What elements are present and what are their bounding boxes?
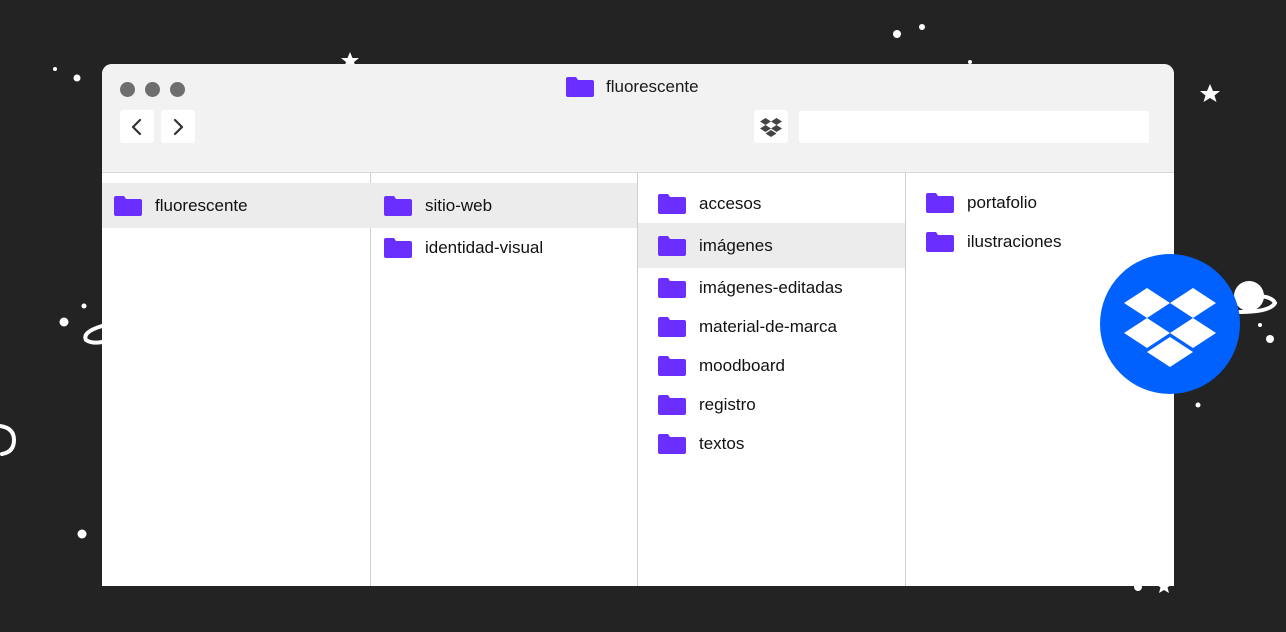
folder-icon bbox=[926, 231, 954, 252]
back-button[interactable] bbox=[120, 110, 154, 143]
folder-icon bbox=[658, 433, 686, 454]
dropbox-icon bbox=[760, 117, 782, 137]
folder-row-fluorescente[interactable]: fluorescente bbox=[102, 183, 370, 228]
folder-row-moodboard[interactable]: moodboard bbox=[638, 346, 905, 385]
folder-row-registro[interactable]: registro bbox=[638, 385, 905, 424]
close-window-button[interactable] bbox=[120, 82, 135, 97]
folder-row-textos[interactable]: textos bbox=[638, 424, 905, 463]
folder-row-identidad-visual[interactable]: identidad-visual bbox=[370, 228, 637, 267]
dropbox-button[interactable] bbox=[754, 110, 788, 143]
folder-row-material-de-marca[interactable]: material-de-marca bbox=[638, 307, 905, 346]
folder-label: portafolio bbox=[967, 192, 1037, 212]
folder-row-portafolio[interactable]: portafolio bbox=[906, 183, 1174, 222]
window-controls bbox=[120, 82, 185, 97]
folder-icon bbox=[658, 355, 686, 376]
folder-icon bbox=[658, 193, 686, 214]
folder-label: textos bbox=[699, 433, 745, 453]
folder-icon bbox=[566, 77, 594, 97]
folder-label: imágenes bbox=[699, 235, 773, 255]
folder-row-imágenes[interactable]: imágenes bbox=[638, 223, 905, 268]
column-2: sitio-web identidad-visual bbox=[370, 173, 638, 586]
folder-label: material-de-marca bbox=[699, 316, 837, 336]
window-title: fluorescente bbox=[566, 76, 699, 98]
folder-icon bbox=[384, 195, 412, 216]
folder-icon bbox=[658, 394, 686, 415]
dropbox-logo-icon bbox=[1124, 288, 1216, 367]
folder-label: sitio-web bbox=[425, 195, 493, 215]
folder-label: registro bbox=[699, 394, 756, 414]
folder-label: accesos bbox=[699, 193, 762, 213]
chevron-left-icon bbox=[131, 118, 142, 135]
dropbox-badge bbox=[1100, 254, 1240, 394]
folder-row-sitio-web[interactable]: sitio-web bbox=[370, 183, 637, 228]
chevron-right-icon bbox=[173, 118, 184, 135]
column-3: accesos imágenes imágenes-editadas material… bbox=[638, 173, 906, 586]
folder-row-accesos[interactable]: accesos bbox=[638, 184, 905, 223]
folder-row-imágenes-editadas[interactable]: imágenes-editadas bbox=[638, 268, 905, 307]
column-1: fluorescente bbox=[102, 173, 371, 586]
folder-icon bbox=[658, 235, 686, 256]
folder-label: identidad-visual bbox=[425, 237, 544, 257]
window-title-text: fluorescente bbox=[606, 77, 699, 96]
folder-label: ilustraciones bbox=[967, 231, 1062, 251]
minimize-window-button[interactable] bbox=[145, 82, 160, 97]
folder-icon bbox=[658, 316, 686, 337]
forward-button[interactable] bbox=[161, 110, 195, 143]
search-input[interactable] bbox=[799, 111, 1149, 143]
title-bar: fluorescente bbox=[102, 64, 1174, 173]
finder-window: fluorescente fluorescente sitio-web ident… bbox=[102, 64, 1174, 586]
folder-icon bbox=[926, 192, 954, 213]
folder-label: moodboard bbox=[699, 355, 786, 375]
zoom-window-button[interactable] bbox=[170, 82, 185, 97]
folder-label: imágenes-editadas bbox=[699, 277, 843, 297]
folder-icon bbox=[114, 195, 142, 216]
folder-icon bbox=[658, 277, 686, 298]
folder-label: fluorescente bbox=[155, 195, 248, 215]
folder-icon bbox=[384, 237, 412, 258]
